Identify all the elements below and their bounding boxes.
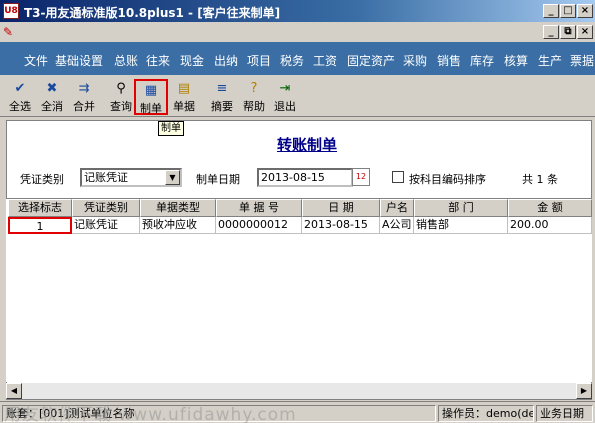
- menu-accounts[interactable]: 往来: [146, 52, 170, 69]
- record-count: 共 1 条: [522, 173, 558, 186]
- sort-by-code-checkbox[interactable]: [392, 171, 404, 183]
- horizontal-scrollbar[interactable]: ◀ ▶: [6, 383, 592, 399]
- menu-project[interactable]: 项目: [247, 52, 271, 69]
- col-header-voucher-type[interactable]: 凭证类别: [72, 199, 140, 217]
- menu-ledger[interactable]: 总账: [114, 52, 138, 69]
- merge-label: 合并: [73, 100, 95, 113]
- merge-button[interactable]: ⇉ 合并: [69, 79, 99, 115]
- col-header-amount[interactable]: 金 额: [508, 199, 592, 217]
- merge-icon: ⇉: [78, 81, 90, 96]
- child-window-icon: ✎: [3, 25, 14, 39]
- row-amount[interactable]: 200.00: [508, 217, 592, 234]
- menu-sales[interactable]: 销售: [437, 52, 461, 69]
- voucher-type-select[interactable]: 记账凭证 ▼: [80, 168, 182, 187]
- close-button[interactable]: ×: [577, 4, 593, 18]
- voucher-grid: 选择标志 凭证类别 单据类型 单 据 号 日 期 户名 部 门 金 额 1 记账…: [6, 198, 592, 382]
- make-voucher-button[interactable]: ▦ 制单: [134, 79, 168, 115]
- status-business-date: 业务日期: [536, 405, 593, 422]
- child-close-button[interactable]: ×: [577, 25, 593, 39]
- make-voucher-label: 制单: [140, 102, 162, 115]
- summary-label: 摘要: [211, 100, 233, 113]
- voucher-type-label: 凭证类别: [20, 173, 64, 186]
- date-value: 2013-08-15: [261, 171, 325, 184]
- date-label: 制单日期: [196, 173, 240, 186]
- menu-bills[interactable]: 票据: [570, 52, 594, 69]
- exit-label: 退出: [274, 100, 296, 113]
- query-label: 查询: [110, 100, 132, 113]
- voucher-type-value: 记账凭证: [84, 171, 128, 184]
- query-button[interactable]: ⚲ 查询: [106, 79, 136, 115]
- menu-production[interactable]: 生产: [538, 52, 562, 69]
- col-header-doc-no[interactable]: 单 据 号: [216, 199, 302, 217]
- menu-inventory[interactable]: 库存: [470, 52, 494, 69]
- minimize-button[interactable]: _: [543, 4, 559, 18]
- menu-cash[interactable]: 现金: [180, 52, 204, 69]
- child-minimize-button[interactable]: _: [543, 25, 559, 39]
- binoculars-icon: ⚲: [116, 81, 126, 96]
- summary-icon: ≡: [216, 81, 228, 96]
- col-header-select[interactable]: 选择标志: [8, 199, 72, 217]
- exit-icon: ⇥: [279, 81, 291, 96]
- row-doc-no[interactable]: 0000000012: [216, 217, 302, 234]
- status-operator: 操作员：demo(de: [438, 405, 534, 422]
- tooltip: 制单: [158, 121, 184, 136]
- maximize-button[interactable]: □: [560, 4, 576, 18]
- row-voucher-type[interactable]: 记账凭证: [72, 217, 140, 234]
- row-doc-type[interactable]: 预收冲应收: [140, 217, 216, 234]
- child-restore-button[interactable]: ⧉: [560, 25, 576, 39]
- scroll-left-icon[interactable]: ◀: [6, 383, 22, 399]
- row-select-flag[interactable]: 1: [8, 217, 72, 234]
- document-button[interactable]: ▤ 单据: [170, 79, 198, 115]
- select-all-icon: ✔: [14, 81, 26, 96]
- document-label: 单据: [173, 100, 195, 113]
- help-button[interactable]: ? 帮助: [239, 79, 269, 115]
- menu-costing[interactable]: 核算: [504, 52, 528, 69]
- menu-bar: 文件 基础设置 总账 往来 现金 出纳 项目 税务 工资 固定资产 采购 销售 …: [0, 42, 595, 75]
- col-header-date[interactable]: 日 期: [302, 199, 380, 217]
- sort-by-code-label: 按科目编码排序: [409, 173, 486, 186]
- deselect-all-icon: ✖: [46, 81, 58, 96]
- scroll-right-icon[interactable]: ▶: [576, 383, 592, 399]
- menu-assets[interactable]: 固定资产: [347, 52, 395, 69]
- deselect-all-label: 全消: [41, 100, 63, 113]
- select-all-button[interactable]: ✔ 全选: [5, 79, 35, 115]
- window-title: T3-用友通标准版10.8plus1 - [客户往来制单]: [24, 6, 281, 20]
- exit-button[interactable]: ⇥ 退出: [271, 79, 299, 115]
- toolbar: ✔ 全选 ✖ 全消 ⇉ 合并 ⚲ 查询 ▦ 制单 ▤ 单据 ≡ 摘要 ? 帮助 …: [0, 75, 595, 117]
- col-header-doc-type[interactable]: 单据类型: [140, 199, 216, 217]
- chevron-down-icon[interactable]: ▼: [165, 170, 180, 185]
- calendar-icon[interactable]: 12: [352, 168, 370, 186]
- col-header-department[interactable]: 部 门: [414, 199, 508, 217]
- summary-button[interactable]: ≡ 摘要: [207, 79, 237, 115]
- page-title: 转账制单: [277, 136, 338, 154]
- row-department[interactable]: 销售部: [414, 217, 508, 234]
- row-customer[interactable]: A公司: [380, 217, 414, 234]
- menu-cashier[interactable]: 出纳: [214, 52, 238, 69]
- row-date[interactable]: 2013-08-15: [302, 217, 380, 234]
- help-label: 帮助: [243, 100, 265, 113]
- document-icon: ▤: [177, 81, 191, 96]
- menu-tax[interactable]: 税务: [280, 52, 304, 69]
- menu-salary[interactable]: 工资: [313, 52, 337, 69]
- col-header-customer[interactable]: 户名: [380, 199, 414, 217]
- window-titlebar: U8 T3-用友通标准版10.8plus1 - [客户往来制单] _ □ ×: [0, 0, 595, 22]
- deselect-all-button[interactable]: ✖ 全消: [37, 79, 67, 115]
- menu-basic[interactable]: 基础设置: [55, 52, 103, 69]
- select-all-label: 全选: [9, 100, 31, 113]
- watermark: 用友软件下载 www.ufidawhy.com: [4, 405, 297, 423]
- voucher-make-icon: ▦: [144, 83, 158, 98]
- help-icon: ?: [250, 81, 258, 96]
- app-logo-icon: U8: [3, 3, 19, 19]
- date-input[interactable]: 2013-08-15: [257, 168, 353, 187]
- menu-purchase[interactable]: 采购: [403, 52, 427, 69]
- menu-file[interactable]: 文件: [24, 52, 48, 69]
- child-window-bar: ✎ _ ⧉ ×: [0, 22, 595, 42]
